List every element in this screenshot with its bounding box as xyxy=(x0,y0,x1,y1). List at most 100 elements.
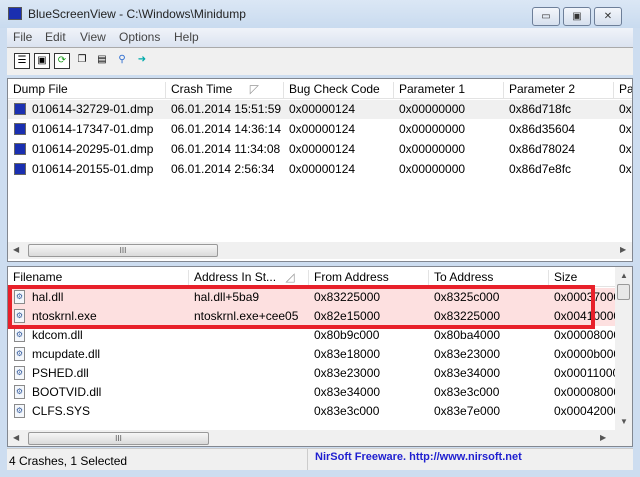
column-dump-file[interactable]: Dump File xyxy=(8,82,166,99)
crash-cell: 06.01.2014 15:51:59 xyxy=(171,102,282,116)
exit-icon[interactable]: ➜ xyxy=(134,53,150,69)
driver-row[interactable]: ⚙ CLFS.SYS 0x83e3c000 0x83e7e000 0x00042000 xyxy=(8,402,621,421)
driver-file-icon: ⚙ xyxy=(14,404,25,418)
crash-cell: 010614-17347-01.dmp xyxy=(32,122,154,136)
crash-cell: 0x86d718fc xyxy=(509,102,572,116)
crash-list-hscrollbar[interactable]: ◀ III ▶ xyxy=(8,242,632,259)
driver-cell: CLFS.SYS xyxy=(32,404,91,418)
crash-list: Dump File Crash Time ◸ Bug Check Code Pa… xyxy=(7,78,633,262)
column-bug-check-code[interactable]: Bug Check Code xyxy=(284,82,394,99)
scroll-thumb[interactable]: III xyxy=(28,432,209,445)
toolbar: ☰ ▣ ⟳ ❐ ▤ ⚲ ➜ xyxy=(7,47,633,75)
crash-cell: 0x00000124 xyxy=(289,102,356,116)
crash-cell: 0x00000000 xyxy=(399,102,466,116)
status-count: 4 Crashes, 1 Selected xyxy=(9,454,128,468)
crash-cell: 0x00000124 xyxy=(289,162,356,176)
scroll-right-icon[interactable]: ▶ xyxy=(620,245,626,254)
crash-row[interactable]: 010614-32729-01.dmp 06.01.2014 15:51:59 0x… xyxy=(8,100,632,119)
app-icon xyxy=(8,7,22,20)
crash-row[interactable]: 010614-17347-01.dmp 06.01.2014 14:36:14 0x… xyxy=(8,120,632,139)
driver-cell: 0x83e23000 xyxy=(314,366,381,380)
crash-cell: 0x00000000 xyxy=(399,122,466,136)
column-crash-time[interactable]: Crash Time ◸ xyxy=(166,82,284,99)
crash-cell: 0x xyxy=(619,102,632,116)
minimize-button[interactable]: ▭ xyxy=(532,7,560,26)
driver-cell: PSHED.dll xyxy=(32,366,89,380)
crash-cell: 0x86d7e8fc xyxy=(509,162,572,176)
menu-file[interactable]: File xyxy=(13,30,32,44)
crash-cell: 06.01.2014 11:34:08 xyxy=(171,142,281,156)
options-icon[interactable]: ▤ xyxy=(94,53,110,69)
save-icon[interactable]: ▣ xyxy=(34,53,50,69)
scroll-left-icon[interactable]: ◀ xyxy=(13,433,19,442)
driver-cell: 0x83e3c000 xyxy=(314,404,380,418)
sort-desc-icon: ◸ xyxy=(249,82,259,96)
status-bar: 4 Crashes, 1 Selected NirSoft Freeware. … xyxy=(7,448,633,470)
menu-view[interactable]: View xyxy=(80,30,106,44)
refresh-icon[interactable]: ⟳ xyxy=(54,53,70,69)
driver-file-icon: ⚙ xyxy=(14,385,25,399)
crash-cell: 06.01.2014 14:36:14 xyxy=(171,122,282,136)
dump-file-icon xyxy=(14,123,26,135)
window-title: BlueScreenView - C:\Windows\Minidump xyxy=(28,7,246,21)
driver-cell: 0x83e23000 xyxy=(434,347,501,361)
driver-cell: 0x0000b000 xyxy=(554,347,621,361)
menu-bar: File Edit View Options Help xyxy=(7,28,633,47)
column-parameter-1[interactable]: Parameter 1 xyxy=(394,82,504,99)
driver-list-header: Filename Address In St... ◿ From Address… xyxy=(8,267,632,287)
crash-row[interactable]: 010614-20295-01.dmp 06.01.2014 11:34:08 0x… xyxy=(8,140,632,159)
driver-file-icon: ⚙ xyxy=(14,328,25,342)
scroll-left-icon[interactable]: ◀ xyxy=(13,245,19,254)
dump-file-icon xyxy=(14,143,26,155)
maximize-button[interactable]: ▣ xyxy=(563,7,591,26)
scroll-right-icon[interactable]: ▶ xyxy=(600,433,606,442)
properties-icon[interactable]: ☰ xyxy=(14,53,30,69)
driver-row[interactable]: ⚙ mcupdate.dll 0x83e18000 0x83e23000 0x0000b… xyxy=(8,345,621,364)
driver-cell: 0x83e18000 xyxy=(314,347,381,361)
crash-cell: 0x xyxy=(619,142,632,156)
crash-cell: 0x00000124 xyxy=(289,142,356,156)
crash-cell: 0x00000000 xyxy=(399,142,466,156)
copy-icon[interactable]: ❐ xyxy=(74,53,90,69)
crash-cell: 0x xyxy=(619,122,632,136)
find-icon[interactable]: ⚲ xyxy=(114,53,130,69)
menu-help[interactable]: Help xyxy=(174,30,199,44)
menu-edit[interactable]: Edit xyxy=(45,30,66,44)
driver-cell: 0x83e3c000 xyxy=(434,385,500,399)
driver-cell: 0x83e34000 xyxy=(434,366,501,380)
scroll-up-icon[interactable]: ▲ xyxy=(620,271,628,280)
close-button[interactable]: ✕ xyxy=(594,7,622,26)
scroll-down-icon[interactable]: ▼ xyxy=(620,417,628,426)
sort-icon: ◿ xyxy=(285,270,295,284)
driver-cell: 0x83e34000 xyxy=(314,385,381,399)
dump-file-icon xyxy=(14,163,26,175)
driver-row[interactable]: ⚙ BOOTVID.dll 0x83e34000 0x83e3c000 0x000080… xyxy=(8,383,620,402)
crash-cell: 0x00000124 xyxy=(289,122,356,136)
driver-list-hscrollbar[interactable]: ◀ III ▶ xyxy=(8,430,632,446)
menu-options[interactable]: Options xyxy=(119,30,160,44)
crash-cell: 010614-20295-01.dmp xyxy=(32,142,154,156)
nirsoft-link[interactable]: NirSoft Freeware. http://www.nirsoft.net xyxy=(315,451,522,463)
driver-cell: mcupdate.dll xyxy=(32,347,101,361)
crash-row[interactable]: 010614-20155-01.dmp 06.01.2014 2:56:34 0x0… xyxy=(8,160,632,179)
dump-file-icon xyxy=(14,103,26,115)
crash-list-header: Dump File Crash Time ◸ Bug Check Code Pa… xyxy=(8,79,632,99)
driver-cell: 0x83e7e000 xyxy=(434,404,501,418)
crash-cell: 0x86d78024 xyxy=(509,142,576,156)
crash-cell: 0x xyxy=(619,162,632,176)
column-parameter-3[interactable]: Pa xyxy=(614,82,632,99)
column-parameter-2[interactable]: Parameter 2 xyxy=(504,82,614,99)
driver-cell: 0x00042000 xyxy=(554,404,621,418)
driver-list-vscrollbar[interactable]: ▲ ▼ xyxy=(615,267,632,430)
crash-cell: 0x86d35604 xyxy=(509,122,576,136)
driver-cell: BOOTVID.dll xyxy=(32,385,102,399)
driver-cell: kdcom.dll xyxy=(32,328,83,342)
driver-cell: 0x80ba4000 xyxy=(434,328,501,342)
vscroll-thumb[interactable] xyxy=(617,284,630,300)
driver-cell: 0x00008000 xyxy=(554,328,621,342)
crash-cell: 06.01.2014 2:56:34 xyxy=(171,162,275,176)
scroll-thumb[interactable]: III xyxy=(28,244,218,257)
driver-cell: 0x80b9c000 xyxy=(314,328,380,342)
column-crash-time-label: Crash Time xyxy=(171,82,233,96)
driver-row[interactable]: ⚙ PSHED.dll 0x83e23000 0x83e34000 0x00011000 xyxy=(8,364,619,383)
